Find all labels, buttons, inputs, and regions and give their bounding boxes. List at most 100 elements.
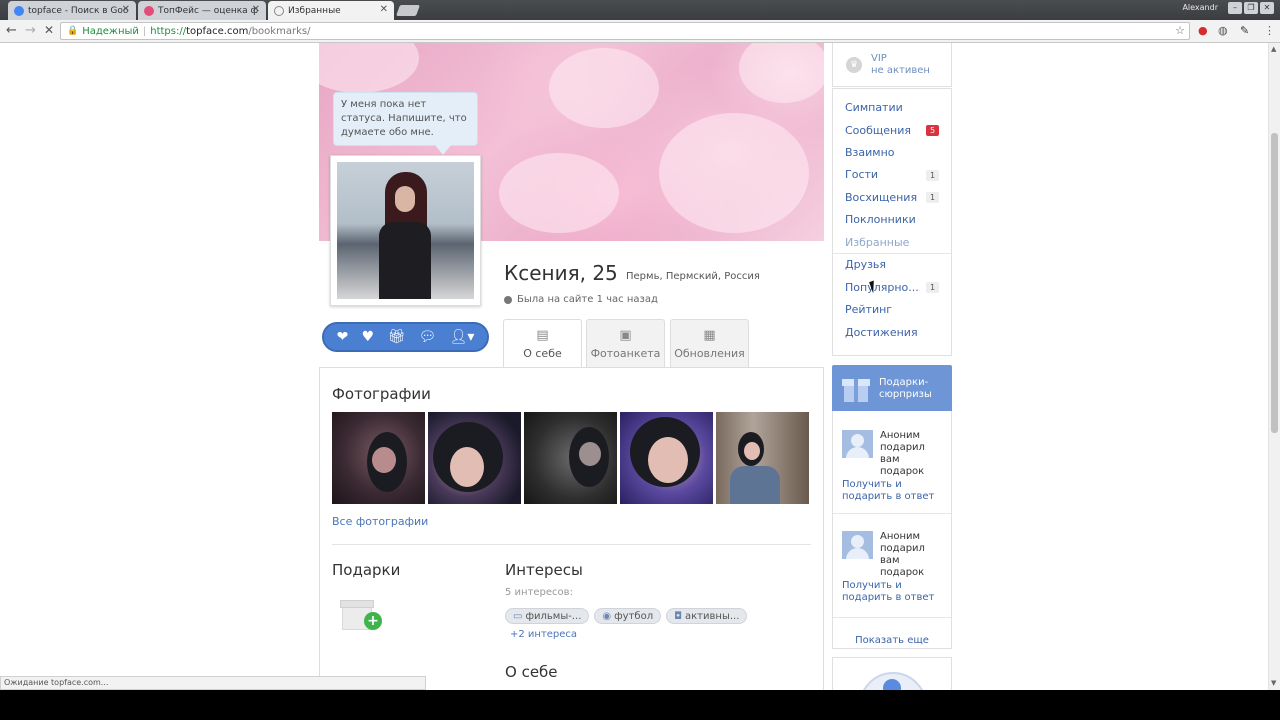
profile-avatar[interactable] [330, 155, 481, 306]
scroll-thumb[interactable] [1271, 133, 1278, 433]
scroll-down-icon[interactable]: ▼ [1271, 679, 1276, 687]
close-icon[interactable]: ✕ [380, 4, 388, 15]
page-scrollbar[interactable]: ▲ ▼ [1268, 43, 1280, 690]
sidebar-item-friends[interactable]: Друзья [845, 258, 886, 271]
show-more-button[interactable]: Показать еще [833, 635, 951, 646]
vip-status[interactable]: ♛ VIP не активен [832, 43, 952, 87]
close-window-icon[interactable]: ✕ [1260, 2, 1274, 14]
tab-title: topface - Поиск в Goo [28, 5, 129, 16]
url-host: topface.com [186, 25, 249, 37]
sidebar-item-likes[interactable]: Симпатии [845, 101, 903, 114]
browser-tab-google[interactable]: topface - Поиск в Goo ✕ [8, 1, 136, 20]
profile-name: Ксения, 25 [504, 261, 618, 285]
photo-thumbnail[interactable] [332, 412, 425, 504]
page: У меня пока нет статуса. Напишите, что д… [0, 43, 1268, 690]
sidebar-item-popular[interactable]: Популярно... [845, 281, 919, 294]
close-icon[interactable]: ✕ [252, 4, 260, 15]
promo-widget[interactable] [832, 657, 952, 690]
receive-gift-link[interactable]: Получить и подарить в ответ [842, 580, 934, 604]
vip-label: VIP [871, 53, 887, 64]
chat-icon[interactable]: 💬︎ [419, 329, 437, 345]
photo-thumbnail[interactable] [428, 412, 521, 504]
interests-title: Интересы [505, 561, 583, 579]
messages-badge: 5 [926, 125, 939, 136]
tab-label: Обновления [674, 347, 745, 360]
scroll-up-icon[interactable]: ▲ [1271, 45, 1276, 53]
user-menu-icon[interactable]: 👤︎▾ [450, 329, 475, 345]
profile-content: Фотографии Все фотографии Подарки + Инте… [319, 367, 824, 690]
topface-favicon-icon [144, 5, 154, 16]
maximize-icon[interactable]: ❐ [1244, 2, 1258, 14]
url-path: /bookmarks/ [248, 25, 311, 37]
opera-extension-icon[interactable]: ● [1198, 24, 1208, 37]
address-separator: | [142, 25, 147, 37]
sidebar-item-guests[interactable]: Гости [845, 168, 878, 181]
gift-entry-line: подарил [880, 442, 925, 453]
all-photos-link[interactable]: Все фотографии [332, 515, 428, 528]
surprise-gifts-header[interactable]: Подарки- сюрпризы [832, 365, 952, 411]
gift-box-icon [842, 374, 870, 402]
section-divider [332, 544, 811, 545]
gift-icon[interactable]: 🎁︎ [387, 329, 405, 345]
extension-icon[interactable]: ◍ [1218, 24, 1228, 37]
sidebar-item-mutual[interactable]: Взаимно [845, 146, 895, 159]
tv-icon: ▭ [513, 610, 523, 622]
secure-label: Надежный [82, 25, 139, 37]
close-icon[interactable]: ✕ [122, 4, 130, 15]
receive-gift-link-line: подарить в ответ [842, 592, 935, 603]
forward-icon[interactable]: → [25, 23, 36, 38]
heart-icon[interactable]: ♥ [362, 329, 375, 345]
admirations-badge: 1 [926, 192, 939, 203]
address-bar[interactable]: 🔒 Надежный | https:// topface.com /bookm… [60, 22, 1190, 40]
sidebar-item-admirations[interactable]: Восхищения [845, 191, 917, 204]
tab-title: ТопФейс — оценка ф [158, 5, 259, 16]
photo-thumbnail[interactable] [716, 412, 809, 504]
gift-entry-line: Аноним [880, 430, 921, 441]
gift-entry-line: подарил [880, 543, 925, 554]
extension-icon[interactable]: ✎ [1240, 24, 1249, 37]
promo-dot-icon [883, 679, 901, 690]
new-tab-button[interactable] [395, 5, 421, 16]
gift-entry-text: Аноним подарил вам подарок [880, 430, 925, 478]
sidebar-item-rating[interactable]: Рейтинг [845, 303, 892, 316]
menu-icon[interactable]: ⋮ [1264, 24, 1275, 37]
browser-status-bar: Ожидание topface.com... [0, 676, 426, 690]
stop-icon[interactable]: ✕ [44, 23, 54, 37]
status-bubble[interactable]: У меня пока нет статуса. Напишите, что д… [333, 92, 478, 146]
bookmark-star-icon[interactable]: ☆ [1175, 24, 1185, 37]
photo-thumbnail[interactable] [524, 412, 617, 504]
like-icon[interactable]: ❤︎ [337, 329, 349, 345]
browser-user-name[interactable]: Alexandr [1182, 3, 1218, 12]
tab-about[interactable]: ▤ О себе [503, 319, 582, 369]
anonymous-avatar-icon [842, 531, 873, 559]
tab-photos[interactable]: ▣ Фотоанкета [586, 319, 665, 367]
interest-chip[interactable]: ◘ активны... [666, 608, 748, 624]
surprise-gifts-list: Аноним подарил вам подарок Получить и по… [832, 411, 952, 649]
gift-divider [833, 617, 951, 618]
interest-chip[interactable]: ◉ футбол [594, 608, 662, 624]
tab-updates[interactable]: ▦ Обновления [670, 319, 749, 367]
about-title: О себе [505, 663, 558, 681]
browser-toolbar: ← → ✕ 🔒 Надежный | https:// topface.com … [0, 20, 1280, 43]
sidebar-item-fans[interactable]: Поклонники [845, 213, 916, 226]
receive-gift-link-line: Получить и [842, 479, 902, 490]
interests-list: ▭ фильмы-... ◉ футбол ◘ активны... [505, 608, 748, 624]
browser-tab-topface[interactable]: ТопФейс — оценка ф ✕ [138, 1, 266, 20]
vip-text: VIP не активен [871, 53, 930, 77]
sidebar-item-achievements[interactable]: Достижения [845, 326, 918, 339]
menu-divider [833, 253, 951, 254]
tab-label: Фотоанкета [590, 347, 661, 360]
profile-actions: ❤︎ ♥ 🎁︎ 💬︎ 👤︎▾ [322, 322, 489, 352]
sidebar-item-messages[interactable]: Сообщения [845, 124, 911, 137]
back-icon[interactable]: ← [6, 23, 17, 38]
sidebar-item-bookmarks[interactable]: Избранные [845, 236, 909, 249]
minimize-icon[interactable]: – [1228, 2, 1242, 14]
add-gift-button[interactable]: + [340, 594, 382, 630]
avatar-photo [337, 162, 474, 299]
more-interests-link[interactable]: +2 интереса [510, 629, 577, 640]
receive-gift-link[interactable]: Получить и подарить в ответ [842, 479, 934, 503]
browser-tab-bookmarks[interactable]: Избранные ✕ [268, 1, 394, 20]
interest-chip[interactable]: ▭ фильмы-... [505, 608, 590, 624]
photo-strip [332, 412, 809, 504]
photo-thumbnail[interactable] [620, 412, 713, 504]
